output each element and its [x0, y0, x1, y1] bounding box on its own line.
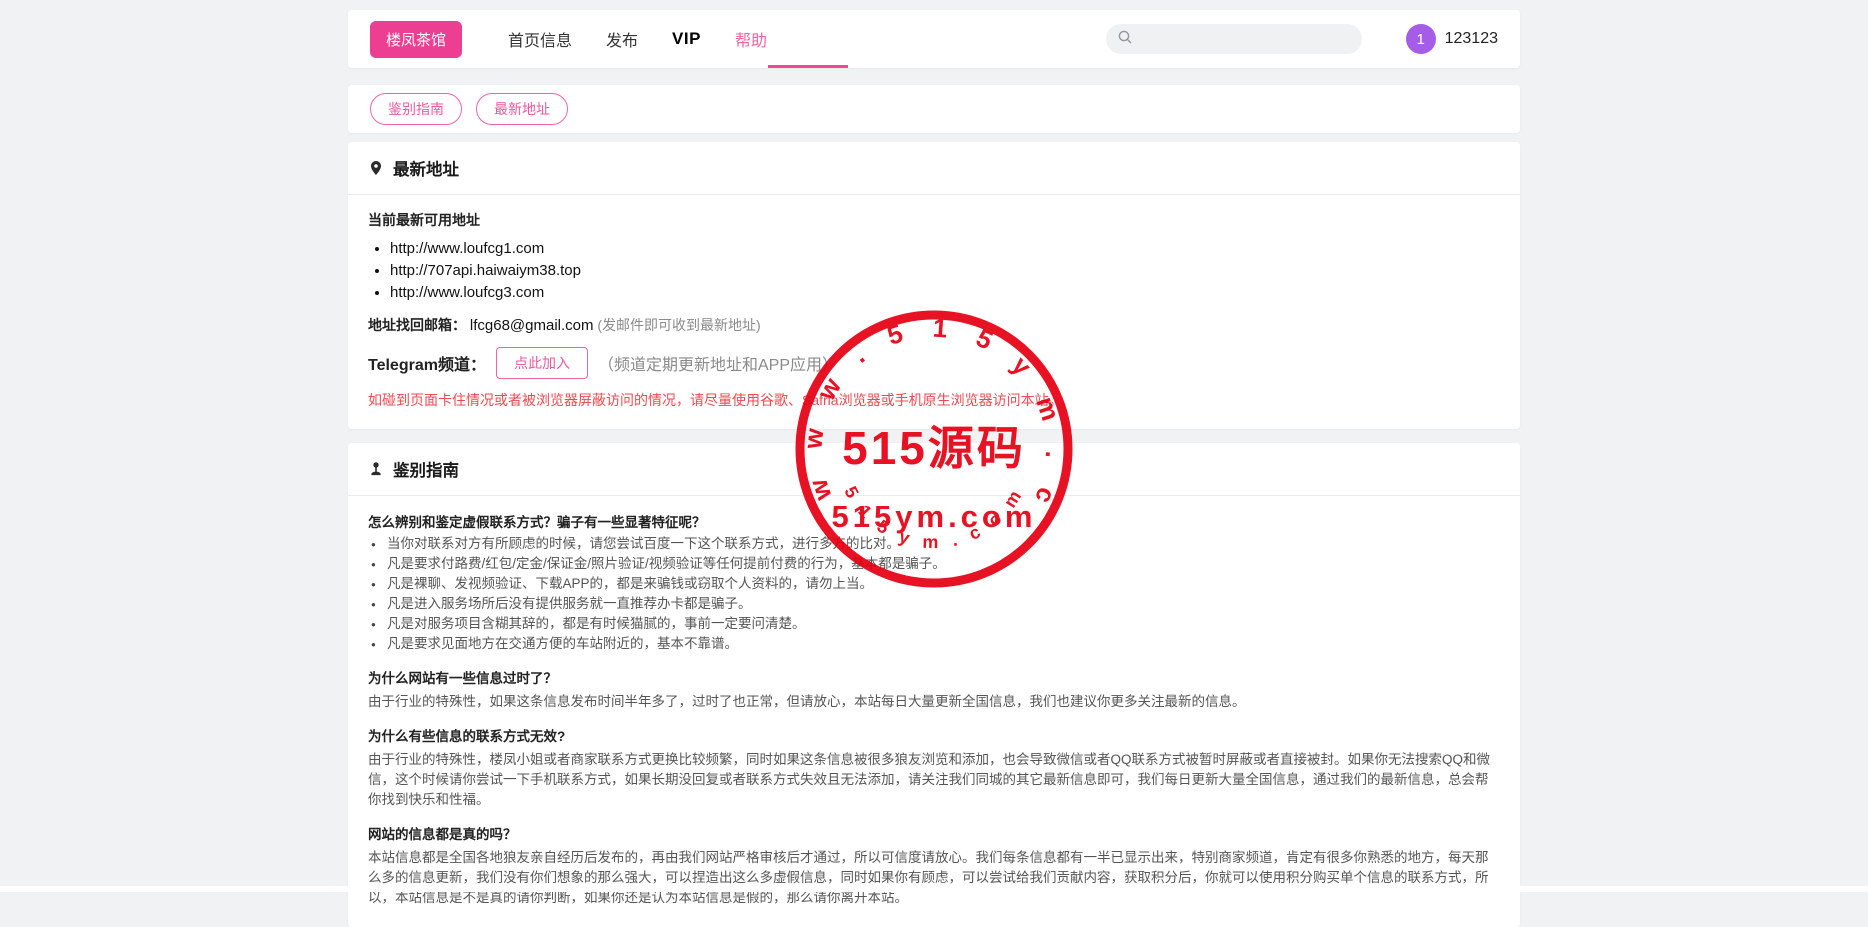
top-navbar: 楼凤茶馆 首页信息 发布 VIP 帮助 1 123123: [348, 10, 1520, 68]
url-item[interactable]: http://www.loufcg3.com: [390, 283, 1500, 302]
identify-guide-header: 鉴别指南: [348, 443, 1520, 496]
guide-bullet: 凡是进入服务场所后没有提供服务就一直推荐办卡都是骗子。: [370, 594, 1500, 614]
page-container: 楼凤茶馆 首页信息 发布 VIP 帮助 1 123123 鉴别指南 最新地址: [348, 0, 1520, 927]
url-text[interactable]: http://707api.haiwaiym38.top: [390, 262, 581, 279]
identify-guide-body: 怎么辨别和鉴定虚假联系方式？骗子有一些显著特征呢？ 当你对联系对方有所顾虑的时候…: [348, 496, 1520, 927]
nav-item-home[interactable]: 首页信息: [508, 27, 572, 51]
guide-bullet: 凡是裸聊、发视频验证、下载APP的，都是来骗钱或窃取个人资料的，请勿上当。: [370, 574, 1500, 594]
email-note: (发邮件即可收到最新地址): [597, 317, 760, 333]
active-nav-underline: [768, 65, 848, 68]
telegram-join-button[interactable]: 点此加入: [496, 347, 588, 379]
telegram-note: （频道定期更新地址和APP应用）: [598, 351, 838, 375]
quick-tabs-bar: 鉴别指南 最新地址: [348, 85, 1520, 133]
nav-item-vip[interactable]: VIP: [672, 29, 701, 49]
telegram-label: Telegram频道：: [368, 351, 486, 375]
guide-question-2: 为什么网站有一些信息过时了？: [368, 667, 1500, 687]
url-text[interactable]: http://www.loufcg1.com: [390, 240, 544, 257]
current-address-label: 当前最新可用地址: [368, 210, 1500, 230]
telegram-line: Telegram频道： 点此加入 （频道定期更新地址和APP应用）: [368, 347, 1500, 379]
latest-address-section: 最新地址 当前最新可用地址 http://www.loufcg1.com htt…: [348, 142, 1520, 429]
nav-item-help[interactable]: 帮助: [735, 27, 767, 51]
recovery-email[interactable]: lfcg68@gmail.com: [470, 317, 594, 334]
nav-item-publish[interactable]: 发布: [606, 27, 638, 51]
guide-answer-4: 本站信息都是全国各地狼友亲自经历后发布的，再由我们网站严格审核后才通过，所以可信…: [368, 848, 1500, 908]
guide-question-4: 网站的信息都是真的吗？: [368, 823, 1500, 843]
url-item[interactable]: http://www.loufcg1.com: [390, 239, 1500, 258]
joystick-icon: [368, 461, 384, 477]
guide-answer-2: 由于行业的特殊性，如果这条信息发布时间半年多了，过时了也正常，但请放心，本站每日…: [368, 692, 1500, 712]
tab-latest-address[interactable]: 最新地址: [476, 93, 568, 125]
tab-identify-guide[interactable]: 鉴别指南: [370, 93, 462, 125]
guide-bullet-list: 当你对联系对方有所顾虑的时候，请您尝试百度一下这个联系方式，进行多方的比对。 凡…: [370, 534, 1500, 654]
guide-question-1: 怎么辨别和鉴定虚假联系方式？骗子有一些显著特征呢？: [368, 511, 1500, 531]
section-title: 鉴别指南: [393, 457, 459, 481]
email-recovery-line: 地址找回邮箱： lfcg68@gmail.com (发邮件即可收到最新地址): [368, 315, 1500, 335]
section-title: 最新地址: [393, 156, 459, 180]
brand-button[interactable]: 楼凤茶馆: [370, 21, 462, 58]
guide-bullet: 凡是要求见面地方在交通方便的车站附近的，基本不靠谱。: [370, 634, 1500, 654]
latest-address-body: 当前最新可用地址 http://www.loufcg1.com http://7…: [348, 195, 1520, 429]
guide-bullet: 当你对联系对方有所顾虑的时候，请您尝试百度一下这个联系方式，进行多方的比对。: [370, 534, 1500, 554]
browser-warning-text: 如碰到页面卡住情况或者被浏览器屏蔽访问的情况，请尽量使用谷歌、Safria浏览器…: [368, 390, 1500, 410]
search-box[interactable]: [1106, 24, 1362, 54]
search-input[interactable]: [1140, 31, 1340, 47]
latest-address-header: 最新地址: [348, 142, 1520, 195]
search-icon: [1117, 29, 1133, 50]
guide-bullet: 凡是要求付路费/红包/定金/保证金/照片验证/视频验证等任何提前付费的行为，基本…: [370, 554, 1500, 574]
user-area: 1 123123: [1406, 24, 1498, 54]
main-nav: 首页信息 发布 VIP 帮助: [508, 27, 801, 51]
username-label[interactable]: 123123: [1445, 30, 1498, 48]
identify-guide-section: 鉴别指南 怎么辨别和鉴定虚假联系方式？骗子有一些显著特征呢？ 当你对联系对方有所…: [348, 443, 1520, 927]
bottom-strip: [0, 886, 1868, 892]
guide-question-3: 为什么有些信息的联系方式无效?: [368, 725, 1500, 745]
email-label: 地址找回邮箱：: [368, 317, 466, 333]
url-item[interactable]: http://707api.haiwaiym38.top: [390, 261, 1500, 280]
url-text[interactable]: http://www.loufcg3.com: [390, 284, 544, 301]
guide-bullet: 凡是对服务项目含糊其辞的，都是有时候猫腻的，事前一定要问清楚。: [370, 614, 1500, 634]
guide-answer-3: 由于行业的特殊性，楼凤小姐或者商家联系方式更换比较频繁，同时如果这条信息被很多狼…: [368, 750, 1500, 810]
url-list: http://www.loufcg1.com http://707api.hai…: [390, 239, 1500, 302]
location-pin-icon: [368, 160, 384, 176]
avatar[interactable]: 1: [1406, 24, 1436, 54]
